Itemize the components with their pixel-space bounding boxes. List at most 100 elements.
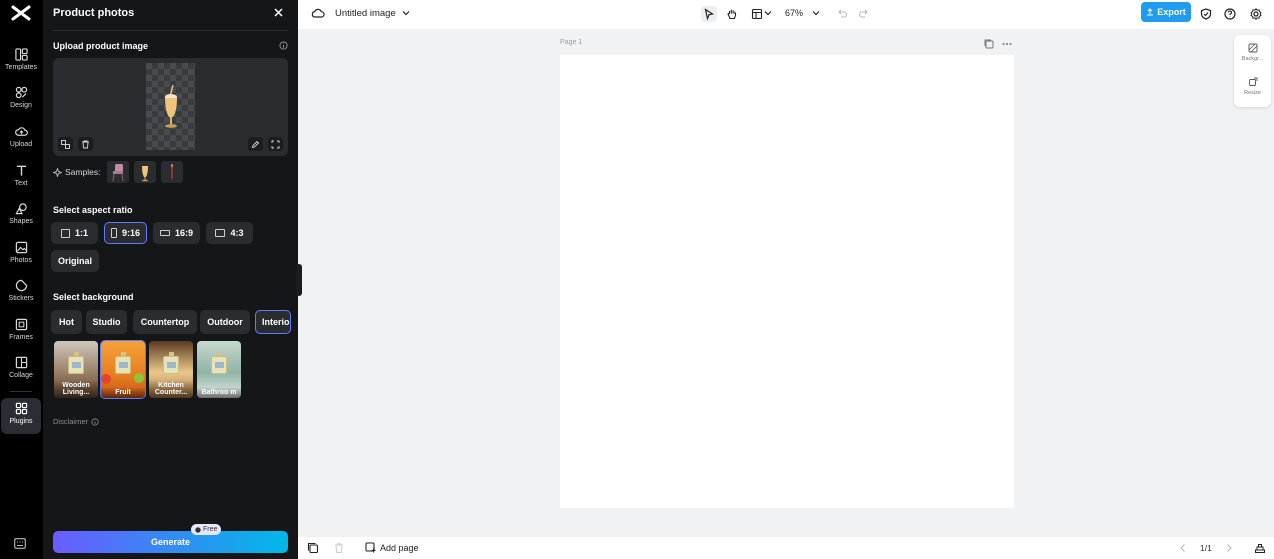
chevron-left-icon[interactable] <box>1177 542 1189 554</box>
portrait-icon <box>110 228 117 238</box>
chevron-right-icon[interactable] <box>1223 542 1235 554</box>
background-tool-button[interactable]: Backgr... <box>1234 39 1271 69</box>
gear-icon <box>1250 8 1262 20</box>
bg-tab-label: Outdoor <box>207 317 243 327</box>
pages-overview-icon[interactable] <box>307 542 319 554</box>
upload-dropzone[interactable] <box>53 58 288 156</box>
close-icon[interactable] <box>272 6 285 19</box>
bg-thumbnail-fruit[interactable]: Fruit <box>100 340 146 399</box>
undo-button[interactable] <box>834 6 850 22</box>
thumbnail-caption: Bathroo m <box>197 387 241 398</box>
sample-thumbnail-bottle[interactable] <box>161 161 183 183</box>
aspect-1-1-chip[interactable]: 1:1 <box>51 222 98 244</box>
keyboard-icon[interactable] <box>14 538 26 549</box>
chevron-down-icon[interactable] <box>764 9 772 17</box>
layout-menu-button[interactable] <box>749 6 765 22</box>
aspect-16-9-chip[interactable]: 16:9 <box>153 222 200 244</box>
disclaimer-text: Disclaimer <box>53 417 89 426</box>
rail-item-stickers[interactable]: Stickers <box>1 275 41 311</box>
chair-sample-icon <box>112 164 124 182</box>
sample-thumbnail-chair[interactable] <box>107 161 129 183</box>
canvas-page[interactable] <box>560 55 1014 508</box>
rail-label: Collage <box>9 372 33 379</box>
add-page-button[interactable]: Add page <box>365 542 419 553</box>
samples-label: Samples: <box>53 167 100 177</box>
panel-collapse-handle[interactable] <box>296 264 302 296</box>
rail-item-plugins[interactable]: Plugins <box>1 398 41 434</box>
collage-icon <box>15 356 27 369</box>
rail-label: Stickers <box>8 295 34 302</box>
delete-image-button[interactable] <box>78 137 93 151</box>
background-section-label: Select background <box>53 292 134 302</box>
bg-tab-outdoor[interactable]: Outdoor <box>200 310 250 334</box>
generate-button[interactable]: Generate <box>53 531 288 553</box>
disclaimer-link[interactable]: Disclaimer <box>53 417 99 426</box>
capcut-logo-icon[interactable] <box>10 4 32 22</box>
bg-thumbnail-wooden-living[interactable]: Wooden Living... <box>54 341 98 398</box>
duplicate-page-icon[interactable] <box>983 38 995 50</box>
page-label: Page 1 <box>560 39 583 46</box>
select-tool-button[interactable] <box>701 6 717 22</box>
info-icon[interactable] <box>279 41 288 50</box>
rail-item-photos[interactable]: Photos <box>1 237 41 273</box>
settings-button[interactable] <box>1248 6 1264 22</box>
rail-item-frames[interactable]: Frames <box>1 314 41 350</box>
perfume-bottle-icon <box>211 352 227 374</box>
export-label: Export <box>1157 7 1186 17</box>
bg-tab-label: Studio <box>92 317 121 327</box>
bg-thumbnail-kitchen-counter[interactable]: Kitchen Counter... <box>149 341 193 398</box>
layers-icon[interactable] <box>1254 542 1266 554</box>
redo-button[interactable] <box>856 6 872 22</box>
chevron-down-icon[interactable] <box>812 9 820 17</box>
rail-item-shapes[interactable]: Shapes <box>1 198 41 234</box>
rail-item-upload[interactable]: Upload <box>1 121 41 157</box>
hand-tool-button[interactable] <box>724 6 740 22</box>
crop-icon <box>271 140 280 148</box>
trash-icon <box>82 140 89 148</box>
aspect-4-3-chip[interactable]: 4:3 <box>206 222 253 244</box>
rail-item-text[interactable]: Text <box>1 160 41 196</box>
aspect-section-label: Select aspect ratio <box>53 205 133 215</box>
zoom-level[interactable]: 67% <box>785 8 803 18</box>
bg-tab-interior[interactable]: Interior <box>255 310 291 334</box>
generate-label: Generate <box>150 537 191 547</box>
resize-tool-button[interactable]: Resize <box>1234 73 1271 103</box>
edit-icon <box>251 140 260 148</box>
aspect-original-chip[interactable]: Original <box>51 250 99 272</box>
chip-label: 4:3 <box>230 228 244 238</box>
frames-icon <box>15 318 27 331</box>
product-photos-panel: Product photos Upload product image Samp… <box>43 0 298 559</box>
crop-image-button[interactable] <box>268 137 283 151</box>
milkshake-sample-icon <box>142 166 148 182</box>
shield-button[interactable] <box>1198 6 1214 22</box>
aspect-9-16-chip[interactable]: 9:16 <box>104 222 147 244</box>
left-rail: Templates Design Upload Text Shapes Phot… <box>0 0 43 559</box>
samples-text: Samples: <box>65 167 101 177</box>
chevron-down-icon[interactable] <box>402 9 410 17</box>
cloud-sync-icon[interactable] <box>311 7 325 19</box>
resize-icon <box>1248 77 1257 86</box>
export-button[interactable]: Export <box>1141 2 1191 22</box>
bg-tab-studio[interactable]: Studio <box>86 310 127 334</box>
sample-thumbnail-milkshake[interactable] <box>134 161 156 183</box>
edit-image-button[interactable] <box>248 137 263 151</box>
replace-image-button[interactable] <box>58 137 73 151</box>
document-title[interactable]: Untitled image <box>335 8 396 19</box>
help-button[interactable] <box>1222 6 1238 22</box>
trash-icon[interactable] <box>333 542 345 554</box>
rail-item-design[interactable]: Design <box>1 82 41 118</box>
undo-icon <box>838 9 848 18</box>
rail-label: Frames <box>9 334 33 341</box>
bg-tab-countertop[interactable]: Countertop <box>133 310 197 334</box>
top-toolbar: Untitled image 67% Export <box>298 0 1274 29</box>
add-page-label: Add page <box>380 542 419 553</box>
rail-item-templates[interactable]: Templates <box>1 44 41 80</box>
rail-label: Text <box>14 180 28 187</box>
rail-label: Templates <box>5 64 37 71</box>
bg-tab-hot[interactable]: Hot <box>51 310 82 334</box>
bg-tab-label: Interior <box>262 317 291 327</box>
rail-item-collage[interactable]: Collage <box>1 352 41 388</box>
chip-label: 9:16 <box>121 228 140 238</box>
bg-thumbnail-bathroom[interactable]: Bathroo m <box>197 341 241 398</box>
more-options-icon[interactable] <box>1001 38 1013 50</box>
